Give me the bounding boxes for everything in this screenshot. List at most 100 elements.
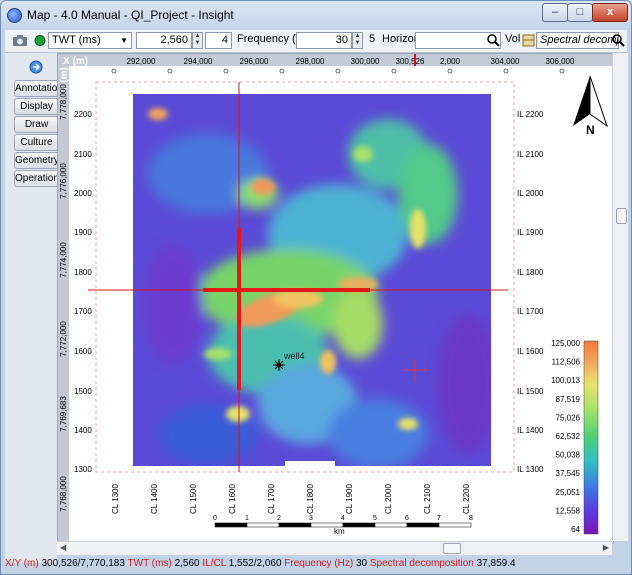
y-tick-label: 7,774,000 bbox=[59, 242, 68, 278]
x-tick-label: 294,000 bbox=[184, 57, 213, 66]
domain-select-value: TWT (ms) bbox=[52, 34, 101, 46]
scale-bar-tick: 0 bbox=[213, 515, 217, 522]
sidebar: Annotation Display Draw Culture Geometry… bbox=[5, 53, 64, 563]
scroll-right-icon[interactable]: ▶ bbox=[603, 543, 609, 552]
scale-bar-segment bbox=[342, 522, 376, 528]
frequency-input[interactable]: 30 bbox=[296, 32, 352, 49]
window-title: Map - 4.0 Manual - QI_Project - Insight bbox=[27, 8, 234, 22]
status-xy-label: X/Y (m) bbox=[5, 558, 39, 569]
colorbar-label: 64 bbox=[571, 525, 580, 534]
vertical-scroll-thumb[interactable] bbox=[616, 208, 627, 224]
x-tick-label: 292,000 bbox=[127, 57, 156, 66]
time-spinner[interactable]: ▲ ▼ bbox=[192, 32, 203, 49]
vertical-scrollbar[interactable] bbox=[612, 53, 628, 541]
tab-operations[interactable]: Operations bbox=[14, 170, 64, 187]
il-tick-label: IL 1900 bbox=[517, 228, 544, 237]
status-twt-value: 2,560 bbox=[174, 558, 200, 569]
frequency-spinner[interactable]: ▲ ▼ bbox=[352, 32, 363, 49]
tab-culture[interactable]: Culture bbox=[14, 134, 58, 151]
inline-tick-label: 1500 bbox=[74, 387, 92, 396]
il-tick-label: IL 1500 bbox=[517, 387, 544, 396]
cl-tick-label: CL 1800 bbox=[306, 484, 315, 515]
colorbar-label: 100,013 bbox=[551, 376, 580, 385]
inline-tick-label: 1300 bbox=[74, 465, 92, 474]
colorbar-label: 125,000 bbox=[551, 339, 580, 348]
time-input[interactable]: 2,560 bbox=[136, 32, 192, 49]
grid-marker bbox=[223, 68, 229, 74]
x-tick-label: 300,000 bbox=[351, 57, 380, 66]
status-ilcl-label: IL/CL bbox=[202, 558, 226, 569]
inline-tick-label: 1900 bbox=[74, 228, 92, 237]
x-axis-title: X (m) bbox=[63, 56, 88, 67]
scale-bar-segment bbox=[246, 522, 280, 528]
y-tick-label: 7,772,000 bbox=[59, 321, 68, 357]
tab-draw[interactable]: Draw bbox=[14, 116, 58, 133]
colorbar-label: 25,051 bbox=[556, 488, 581, 497]
grid-marker bbox=[391, 68, 397, 74]
maximize-button[interactable]: □ bbox=[567, 3, 593, 22]
il-tick-label: IL 2200 bbox=[517, 110, 544, 119]
inline-tick-label: 1800 bbox=[74, 268, 92, 277]
cl-tick-label: CL 2000 bbox=[384, 484, 393, 515]
horizontal-scroll-thumb[interactable] bbox=[443, 543, 461, 554]
colorbar-label: 112,506 bbox=[552, 358, 581, 367]
scale-bar-tick: 3 bbox=[309, 515, 313, 522]
status-bar: X/Y (m) 300,526/7,770,183 TWT (ms) 2,560… bbox=[5, 556, 627, 573]
scale-bar-segment bbox=[438, 522, 472, 528]
x-tick-label: 300,526 bbox=[396, 57, 425, 66]
frequency-step[interactable]: 5 bbox=[369, 33, 375, 45]
grid-marker bbox=[167, 68, 173, 74]
chevron-down-icon: ▼ bbox=[120, 36, 128, 45]
close-button[interactable]: x bbox=[592, 3, 628, 22]
il-tick-label: IL 1400 bbox=[517, 426, 544, 435]
cl-tick-label: CL 1600 bbox=[228, 484, 237, 515]
minimize-button[interactable]: – bbox=[542, 3, 568, 22]
time-step-input[interactable]: 4 bbox=[205, 32, 232, 49]
y-tick-label: 7,769,683 bbox=[59, 396, 68, 432]
horizontal-scrollbar[interactable]: ◀ ▶ bbox=[57, 541, 612, 555]
navigate-icon[interactable] bbox=[29, 60, 43, 77]
inline-tick-label: 1600 bbox=[74, 347, 92, 356]
search-icon[interactable] bbox=[486, 32, 500, 49]
north-label: N bbox=[586, 123, 595, 137]
domain-select[interactable]: TWT (ms) ▼ bbox=[48, 32, 132, 49]
volume-search-icon[interactable] bbox=[611, 32, 625, 49]
scale-bar-unit: km bbox=[334, 527, 345, 536]
scale-bar-segment bbox=[214, 522, 248, 528]
status-spec-label: Spectral decomposition bbox=[369, 558, 474, 569]
map-canvas[interactable]: X (m) 292,000 294,000 296,000 298,000 300,00… bbox=[57, 53, 614, 543]
well-label: well4 bbox=[283, 351, 305, 361]
status-freq-label: Frequency (Hz) bbox=[284, 558, 354, 569]
scale-bar-tick: 8 bbox=[469, 515, 473, 522]
grid-marker bbox=[279, 68, 285, 74]
cl-tick-label: CL 1900 bbox=[345, 484, 354, 515]
tab-display[interactable]: Display bbox=[14, 98, 58, 115]
il-tick-label: IL 1700 bbox=[517, 307, 544, 316]
volume-input[interactable]: Spectral decompos bbox=[536, 32, 619, 49]
grid-marker bbox=[447, 68, 453, 74]
grid-marker bbox=[335, 68, 341, 74]
status-light-icon bbox=[33, 32, 47, 49]
grid-marker bbox=[503, 68, 509, 74]
x-tick-label: 296,000 bbox=[240, 57, 269, 66]
tab-annotation[interactable]: Annotation bbox=[14, 80, 63, 97]
status-ilcl-value: 1,552/2,060 bbox=[228, 558, 282, 569]
cl-tick-label: CL 1300 bbox=[111, 484, 120, 515]
scale-bar-segment bbox=[278, 522, 312, 528]
scroll-left-icon[interactable]: ◀ bbox=[60, 543, 66, 552]
x-tick-label: 298,000 bbox=[296, 57, 325, 66]
tab-geometry[interactable]: Geometry bbox=[14, 152, 59, 169]
y-tick-label: 7,768,000 bbox=[59, 476, 68, 512]
spectral-map bbox=[133, 94, 491, 466]
volume-icon bbox=[522, 32, 535, 49]
map-svg[interactable]: X (m) 292,000 294,000 296,000 298,000 300,00… bbox=[58, 54, 613, 542]
il-tick-label: IL 1300 bbox=[517, 465, 544, 474]
colorbar-label: 50,038 bbox=[556, 451, 581, 460]
camera-icon[interactable] bbox=[11, 32, 29, 49]
toolbar: TWT (ms) ▼ 2,560 ▲ ▼ 4 Frequency (Hz) 30 … bbox=[5, 30, 627, 53]
status-spec-value: 37,859.4 bbox=[476, 558, 516, 569]
grid-marker bbox=[111, 68, 117, 74]
colorbar-label: 37,545 bbox=[556, 469, 581, 478]
inline-tick-label: 2100 bbox=[74, 150, 92, 159]
x-tick-label: 2,000 bbox=[440, 57, 461, 66]
